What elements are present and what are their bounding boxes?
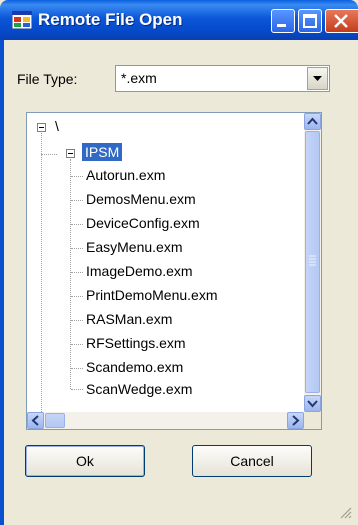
tree-line	[41, 133, 43, 412]
window-title: Remote File Open	[38, 10, 183, 29]
scrollbar-corner	[304, 412, 321, 429]
scroll-right-button[interactable]	[287, 412, 304, 429]
tree-line	[71, 320, 83, 322]
maximize-button[interactable]	[298, 9, 322, 33]
close-button[interactable]	[325, 9, 358, 33]
ok-button[interactable]: Ok	[25, 445, 145, 477]
scroll-up-button[interactable]	[304, 113, 321, 130]
close-icon	[334, 14, 348, 28]
app-icon	[12, 11, 32, 29]
horizontal-scroll-thumb[interactable]	[45, 413, 65, 428]
tree-line	[71, 176, 83, 178]
scroll-right-icon	[292, 415, 300, 426]
dropdown-arrow-icon	[313, 76, 322, 81]
tree-file-item[interactable]: Autorun.exm	[86, 167, 165, 183]
cancel-button[interactable]: Cancel	[192, 445, 312, 477]
remote-file-open-dialog: Remote File Open File Type: *.exm \ IPSM	[0, 0, 358, 525]
root-collapse-toggle[interactable]	[37, 123, 46, 132]
tree-line	[71, 368, 83, 370]
scroll-grip-icon	[309, 255, 316, 266]
tree-file-item[interactable]: RFSettings.exm	[86, 335, 186, 351]
folder-collapse-toggle[interactable]	[66, 149, 75, 158]
maximize-icon	[303, 14, 317, 28]
title-bar[interactable]: Remote File Open	[0, 0, 358, 40]
tree-line	[71, 248, 83, 250]
tree-line	[70, 159, 72, 389]
scroll-left-button[interactable]	[27, 412, 44, 429]
tree-file-item[interactable]: RASMan.exm	[86, 311, 172, 327]
tree-line	[71, 389, 83, 391]
resize-grip-icon[interactable]	[338, 505, 352, 519]
tree-file-item[interactable]: EasyMenu.exm	[86, 239, 182, 255]
scroll-up-icon	[307, 117, 318, 125]
file-type-value: *.exm	[121, 70, 157, 86]
tree-content: \ IPSM Autorun.exm DemosMenu.exm DeviceC…	[27, 113, 304, 412]
tree-file-item[interactable]: DemosMenu.exm	[86, 191, 196, 207]
tree-file-item[interactable]: ScanWedge.exm	[86, 381, 192, 397]
tree-root[interactable]: \	[55, 118, 59, 134]
tree-line	[71, 344, 83, 346]
tree-line	[41, 154, 57, 156]
tree-line	[71, 272, 83, 274]
tree-line	[71, 200, 83, 202]
scroll-left-icon	[31, 415, 39, 426]
scroll-down-button[interactable]	[304, 395, 321, 412]
minimize-icon	[277, 24, 286, 27]
file-tree-view[interactable]: \ IPSM Autorun.exm DemosMenu.exm DeviceC…	[26, 112, 322, 430]
file-type-combobox[interactable]: *.exm	[115, 65, 330, 92]
tree-folder-ipsm[interactable]: IPSM	[82, 143, 123, 161]
tree-line	[71, 224, 83, 226]
window-frame-left	[0, 40, 4, 525]
file-type-dropdown-button[interactable]	[307, 67, 328, 90]
scroll-down-icon	[307, 400, 318, 408]
vertical-scrollbar[interactable]	[304, 113, 321, 412]
tree-line	[71, 296, 83, 298]
tree-file-item[interactable]: PrintDemoMenu.exm	[86, 287, 218, 303]
vertical-scroll-thumb[interactable]	[305, 131, 320, 393]
horizontal-scrollbar[interactable]	[27, 412, 304, 429]
file-type-label: File Type:	[17, 71, 78, 87]
tree-file-item[interactable]: ImageDemo.exm	[86, 263, 193, 279]
tree-file-item[interactable]: Scandemo.exm	[86, 359, 183, 375]
minimize-button[interactable]	[271, 9, 295, 33]
tree-file-item[interactable]: DeviceConfig.exm	[86, 215, 200, 231]
